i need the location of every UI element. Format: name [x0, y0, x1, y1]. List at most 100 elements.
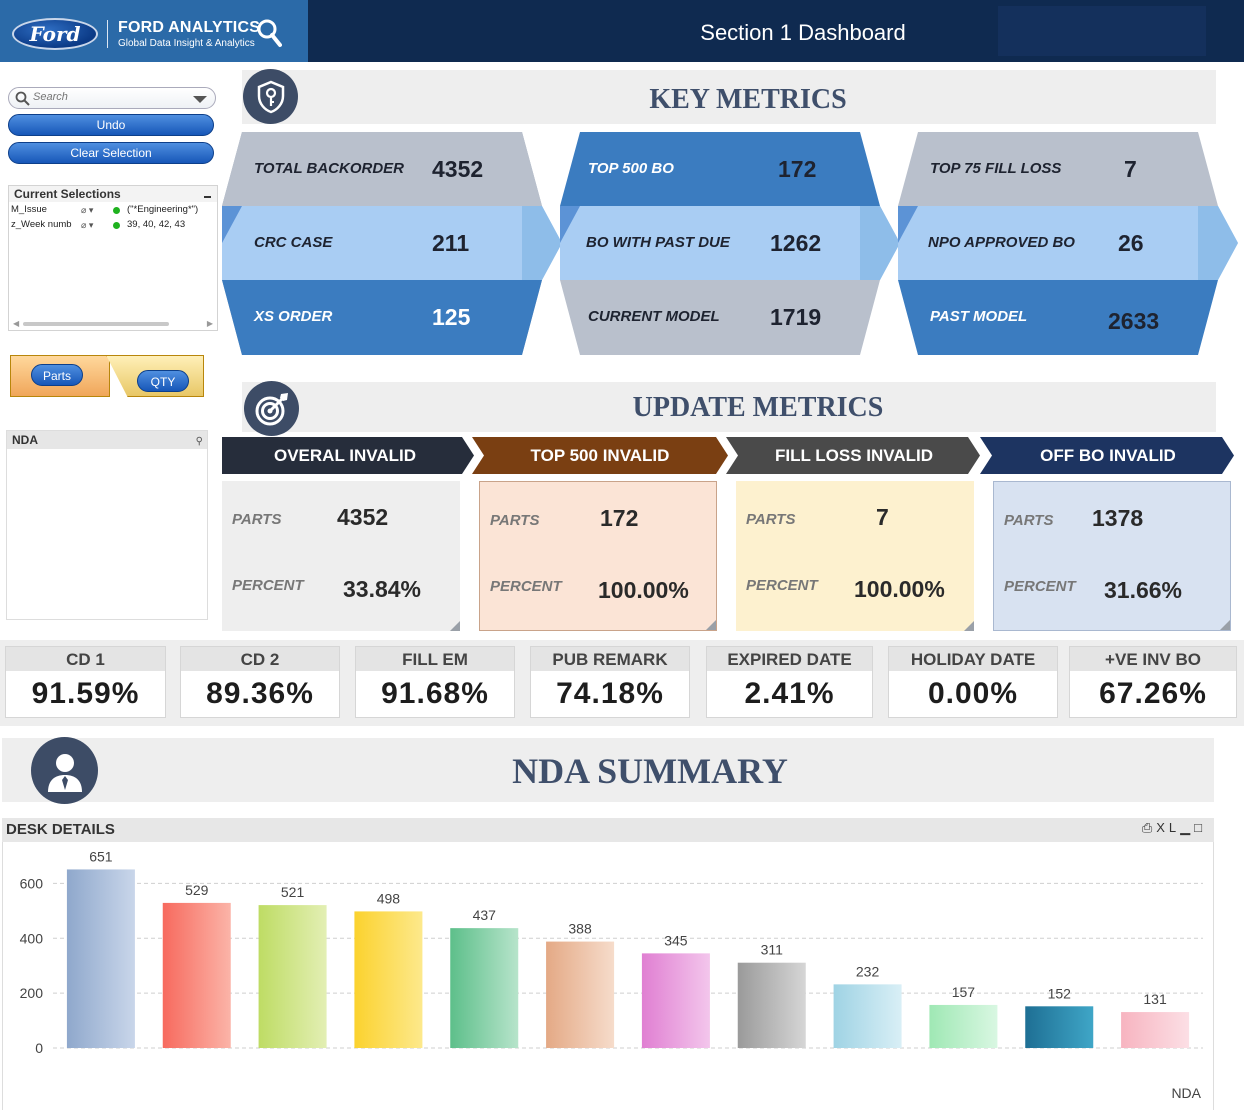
kpi-pub-remark: PUB REMARK 74.18%: [530, 646, 690, 718]
chart-bar[interactable]: [737, 962, 806, 1048]
bar-value-label: 437: [473, 907, 497, 923]
metric-value: 172: [778, 156, 817, 182]
chart-bar[interactable]: [546, 941, 615, 1048]
kpi-label: +VE INV BO: [1070, 647, 1236, 671]
metric-top-75-fill-loss: TOP 75 FILL LOSS 7: [918, 132, 1218, 206]
nda-listbox[interactable]: NDA ⚲: [6, 430, 208, 620]
kpi-value: 89.36%: [206, 677, 314, 710]
search-icon: [15, 91, 30, 106]
key-metrics-title: KEY METRICS: [649, 84, 847, 115]
percent-value: 33.84%: [343, 576, 422, 602]
chart-bar[interactable]: [1025, 1006, 1094, 1048]
horizontal-scrollbar[interactable]: [23, 322, 169, 326]
bar-value-label: 498: [377, 890, 401, 906]
eraser-dropdown-icon[interactable]: ⌀ ▾: [81, 220, 93, 231]
metric-label: TOTAL BACKORDER: [254, 160, 404, 177]
brand-name: FORD ANALYTICS: [118, 19, 261, 36]
parts-qty-toggle: Parts QTY: [10, 355, 204, 397]
magnifier-icon: [257, 19, 282, 47]
chart-bar[interactable]: [258, 905, 327, 1048]
nda-summary-title: NDA SUMMARY: [512, 751, 788, 791]
key-metrics-column-3: TOP 75 FILL LOSS 7 NPO APPROVED BO 26 PA…: [898, 132, 1238, 355]
chart-bar[interactable]: [450, 928, 519, 1048]
kpi-label: PUB REMARK: [531, 647, 689, 671]
off-bo-invalid-header: OFF BO INVALID: [1040, 446, 1176, 465]
kpi-fill-em: FILL EM 91.68%: [355, 646, 515, 718]
metric-past-model: PAST MODEL 2633: [918, 280, 1218, 354]
minimize-icon[interactable]: [204, 196, 211, 198]
desk-details-title: DESK DETAILS: [6, 821, 115, 838]
maximize-icon[interactable]: □: [1194, 820, 1206, 835]
undo-button[interactable]: Undo: [8, 114, 214, 136]
header-bar: Ford FORD ANALYTICS Global Data Insight …: [0, 0, 1244, 62]
current-selections-title: Current Selections: [9, 186, 217, 202]
metric-current-model: CURRENT MODEL 1719: [580, 280, 880, 354]
metric-total-backorder: TOTAL BACKORDER 4352: [242, 132, 542, 206]
card-fold: [964, 621, 974, 631]
scroll-left-icon[interactable]: ◀: [13, 319, 19, 328]
percent-value: 100.00%: [598, 577, 689, 603]
y-tick-label: 400: [20, 930, 44, 946]
chart-bar[interactable]: [162, 902, 231, 1048]
metric-npo-approved-bo: NPO APPROVED BO 26: [918, 206, 1218, 280]
qty-toggle[interactable]: QTY: [106, 355, 204, 397]
page-title: Section 1 Dashboard: [700, 20, 906, 45]
x-axis-title: NDA: [1171, 1085, 1201, 1101]
chart-bar[interactable]: [641, 953, 710, 1048]
header-info-box: [998, 6, 1206, 56]
brand-subtitle: Global Data Insight & Analytics: [118, 38, 255, 49]
percent-label: PERCENT: [746, 577, 818, 594]
selection-value: 39, 40, 42, 43: [127, 219, 186, 230]
update-metrics-title: UPDATE METRICS: [632, 392, 884, 423]
parts-label: PARTS: [746, 511, 796, 528]
metric-value: 211: [432, 230, 470, 256]
search-input[interactable]: [33, 91, 183, 103]
key-metrics-column-2: TOP 500 BO 172 BO WITH PAST DUE 1262 CUR…: [560, 132, 900, 355]
metric-bo-with-past-due: BO WITH PAST DUE 1262: [580, 206, 880, 280]
metric-label: XS ORDER: [254, 308, 333, 325]
parts-label: PARTS: [1004, 512, 1054, 529]
parts-label: PARTS: [232, 511, 282, 528]
search-box[interactable]: [8, 87, 216, 109]
percent-value: 100.00%: [854, 576, 945, 602]
eraser-dropdown-icon[interactable]: ⌀ ▾: [81, 205, 93, 216]
bar-chart: 0 200 400 600 651 529 521 498 437 388 345 311 232 157…: [20, 848, 1203, 1101]
ford-logo-text: Ford: [29, 22, 81, 46]
y-tick-label: 600: [20, 875, 44, 891]
clear-selection-button[interactable]: Clear Selection: [8, 142, 214, 164]
chart-bar[interactable]: [929, 1004, 998, 1048]
overal-invalid-card: PARTS 4352 PERCENT 33.84%: [222, 481, 460, 631]
scroll-right-icon[interactable]: ▶: [207, 319, 213, 328]
parts-toggle[interactable]: Parts: [10, 355, 110, 397]
chevron-down-icon[interactable]: [193, 96, 207, 103]
nda-listbox-title: NDA: [12, 433, 38, 447]
minimize-icon[interactable]: ▁: [1180, 820, 1194, 835]
print-icon[interactable]: ⎙: [1142, 820, 1156, 835]
kpi-label: HOLIDAY DATE: [889, 647, 1057, 671]
excel-export-button[interactable]: XL: [1156, 820, 1180, 835]
bar-value-label: 345: [664, 932, 688, 948]
chart-bar[interactable]: [66, 869, 135, 1048]
selection-row: M_Issue ⌀ ▾ ("*Engineering*"): [9, 202, 217, 217]
search-icon[interactable]: ⚲: [196, 433, 203, 451]
desk-details-header: DESK DETAILS ⎙XL▁□: [2, 818, 1214, 842]
parts-button[interactable]: Parts: [31, 364, 83, 386]
metric-value: 1262: [770, 230, 822, 256]
parts-label: PARTS: [490, 512, 540, 529]
chart-bar[interactable]: [354, 911, 423, 1048]
parts-value: 4352: [337, 504, 389, 530]
chart-bar[interactable]: [833, 984, 902, 1048]
kpi-label: CD 1: [6, 647, 165, 671]
bar-value-label: 152: [1048, 985, 1072, 1001]
shield-key-icon: [243, 69, 298, 124]
top-500-invalid-card: PARTS 172 PERCENT 100.00%: [479, 481, 717, 631]
kpi-value: 74.18%: [556, 677, 664, 710]
kpi-label: EXPIRED DATE: [707, 647, 872, 671]
qty-button[interactable]: QTY: [137, 370, 189, 392]
selection-field: z_Week numb: [11, 219, 72, 230]
current-selections-panel: Current Selections M_Issue ⌀ ▾ ("*Engine…: [8, 185, 218, 331]
bar-value-label: 651: [89, 848, 113, 864]
bar-value-label: 232: [856, 963, 880, 979]
chart-bar[interactable]: [1121, 1012, 1190, 1048]
kpi-value: 0.00%: [927, 677, 1019, 710]
